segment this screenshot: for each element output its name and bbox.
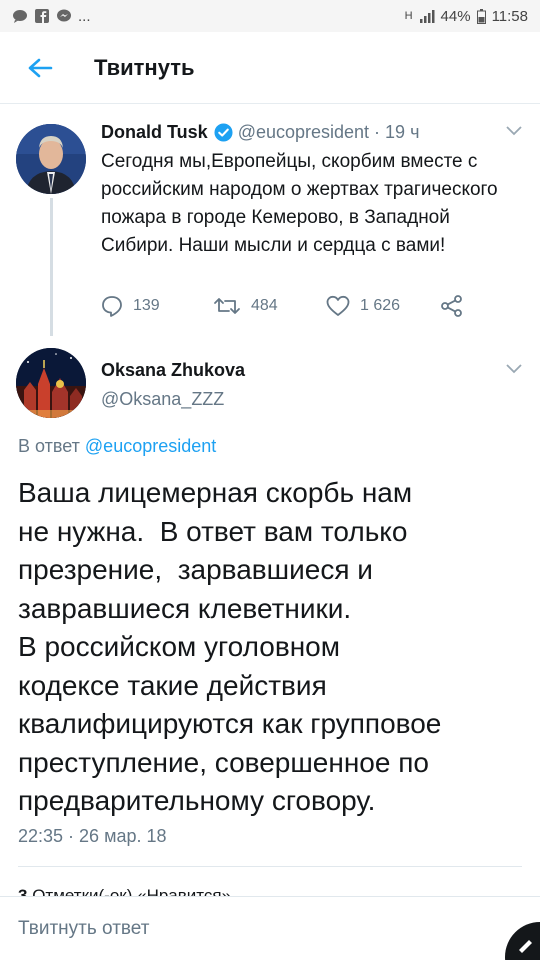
reply-button[interactable]: 139 bbox=[101, 295, 160, 317]
reply-text-line: презрение, зарвавшиеся и bbox=[18, 554, 373, 585]
share-button[interactable] bbox=[441, 295, 463, 317]
thread-line bbox=[50, 198, 53, 336]
reply-input[interactable]: Твитнуть ответ bbox=[18, 918, 149, 940]
reply-timestamp: 22:35 · 26 мар. 18 bbox=[18, 826, 167, 846]
clock: 11:58 bbox=[491, 7, 528, 25]
battery-icon bbox=[476, 8, 486, 24]
like-count: 1 626 bbox=[360, 297, 401, 314]
reply-to-handle-link[interactable]: @eucopresident bbox=[85, 436, 216, 456]
battery-percent: 44% bbox=[440, 7, 471, 25]
more-notifications: ... bbox=[78, 7, 91, 25]
arrow-left-icon bbox=[28, 58, 53, 77]
retweet-count: 484 bbox=[251, 297, 278, 314]
status-bar: ... H 44% 11:58 bbox=[0, 0, 540, 32]
tweet-actions: 139 484 1 626 bbox=[101, 295, 471, 321]
chat-bubble-icon bbox=[13, 10, 27, 23]
tweet-text: Сегодня мы,Европейцы, скорбим вместе с р… bbox=[101, 151, 498, 256]
reply-author-name[interactable]: Oksana Zhukova bbox=[101, 360, 245, 381]
status-bar-left: ... bbox=[12, 8, 91, 25]
status-bar-right: H 44% 11:58 bbox=[405, 8, 528, 25]
reply-icon bbox=[102, 296, 122, 317]
reply-text-line: кодексе такие действия bbox=[18, 669, 327, 701]
reply-text-line: Ваша лицемерная скорбь нам bbox=[18, 477, 413, 508]
back-button[interactable] bbox=[0, 32, 80, 104]
tweet-original: Donald Tusk @eucopresident · 19 ч Сегодн… bbox=[101, 120, 526, 260]
retweet-icon bbox=[214, 298, 240, 314]
messenger-icon bbox=[57, 9, 71, 22]
chevron-down-icon[interactable] bbox=[506, 126, 522, 136]
reply-text-line: не нужна. В ответ вам только bbox=[18, 515, 408, 547]
network-type: H bbox=[404, 10, 413, 22]
avatar-oksana-zhukova[interactable] bbox=[16, 348, 86, 418]
author-name[interactable]: Donald Tusk bbox=[101, 120, 208, 144]
divider bbox=[18, 866, 522, 867]
page-title: Твитнуть bbox=[94, 54, 195, 80]
reply-bar: Твитнуть ответ bbox=[0, 896, 540, 960]
reply-text-line: преступление, совершенное по bbox=[18, 746, 429, 778]
avatar-portrait-image bbox=[16, 124, 86, 194]
like-button[interactable]: 1 626 bbox=[326, 295, 400, 317]
retweet-button[interactable]: 484 bbox=[213, 295, 278, 317]
reply-text-line: В российском уголовном bbox=[18, 631, 340, 662]
reply-text-line: завравшиеся клеветники. bbox=[18, 592, 352, 624]
compose-button[interactable] bbox=[505, 922, 540, 960]
tweet-header: Donald Tusk @eucopresident · 19 ч bbox=[101, 120, 526, 144]
reply-tweet-text: Ваша лицемерная скорбь нам не нужна. В о… bbox=[18, 474, 528, 821]
heart-icon bbox=[326, 295, 350, 316]
signal-icon bbox=[419, 10, 435, 23]
reply-to-line: В ответ @eucopresident bbox=[18, 436, 216, 457]
tweet-time: 19 ч bbox=[385, 122, 420, 142]
chevron-down-icon[interactable] bbox=[506, 364, 522, 374]
share-icon bbox=[441, 295, 462, 317]
separator-dot: · bbox=[374, 122, 381, 142]
avatar-donald-tusk[interactable] bbox=[16, 124, 86, 194]
reply-count: 139 bbox=[133, 297, 160, 314]
reply-author-handle[interactable]: @Oksana_ZZZ bbox=[101, 389, 224, 410]
facebook-icon bbox=[35, 9, 49, 23]
compose-icon bbox=[519, 940, 532, 953]
verified-badge-icon bbox=[214, 122, 233, 142]
author-handle[interactable]: @eucopresident bbox=[238, 120, 369, 144]
screen: ... H 44% 11:58 Твитнуть Donald Tusk @eu… bbox=[0, 0, 540, 960]
avatar-kremlin-image bbox=[16, 348, 86, 418]
reply-text-line: квалифицируются как групповое bbox=[18, 708, 442, 739]
app-bar: Твитнуть bbox=[0, 32, 540, 104]
reply-text-line: предварительному сговору. bbox=[18, 785, 376, 816]
reply-to-prefix: В ответ bbox=[18, 436, 80, 456]
